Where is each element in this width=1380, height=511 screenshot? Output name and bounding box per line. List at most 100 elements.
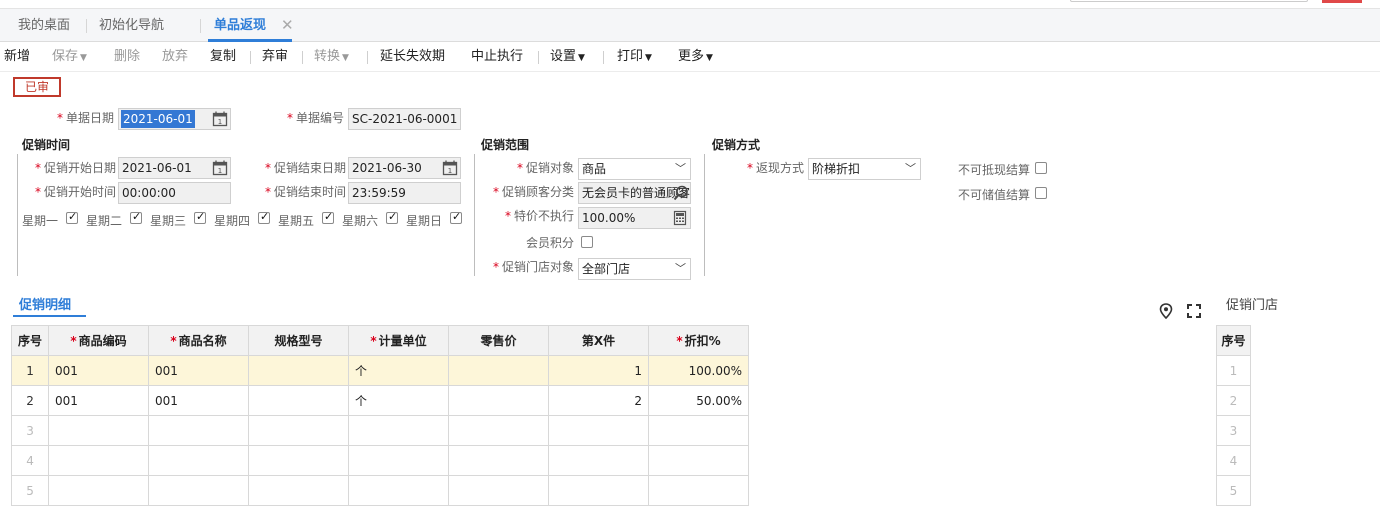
calendar-icon[interactable]: 1 [212,111,228,127]
promo-target-select[interactable]: 商品 ﹀ [578,158,691,180]
weekday-checkbox-fri[interactable] [322,210,334,224]
cell-code[interactable]: 001 [48,385,150,416]
cell-nth[interactable]: 1 [548,355,650,386]
cell-price[interactable] [448,475,550,506]
delete-button[interactable]: 删除 [114,42,140,72]
col-header-nth[interactable]: 第X件 [548,325,650,356]
cell-price[interactable] [448,385,550,416]
end-date-field[interactable]: 2021-06-30 1 [348,157,461,179]
table-row[interactable]: 4 [10,445,750,476]
cell-price[interactable] [448,445,550,476]
cell-spec[interactable] [248,415,350,446]
cell-name[interactable]: 001 [148,355,250,386]
start-time-field[interactable]: 00:00:00 [118,182,231,204]
customer-class-field[interactable]: 无会员卡的普通顾客 [578,182,691,204]
close-icon[interactable]: ✕ [281,9,294,42]
start-date-field[interactable]: 2021-06-01 1 [118,157,231,179]
table-row[interactable]: 3 [10,415,750,446]
cell-spec[interactable] [248,355,350,386]
cell-name[interactable] [148,415,250,446]
cell-discount[interactable]: 100.00% [648,355,750,386]
tab-promo-detail[interactable]: 促销明细 [13,292,86,317]
col-header-no[interactable]: 序号 [1216,325,1251,356]
weekday-checkbox-thu[interactable] [258,210,270,224]
store-target-select[interactable]: 全部门店 ﹀ [578,258,691,280]
save-button[interactable]: 保存 ▼ [52,42,87,72]
end-time-field[interactable]: 23:59:59 [348,182,461,204]
table-row[interactable]: 5 [10,475,750,506]
cell-discount[interactable] [648,475,750,506]
calendar-icon[interactable]: 1 [442,160,458,176]
table-row[interactable]: 1 [1216,355,1251,386]
weekday-checkbox-sun[interactable] [450,210,462,224]
fullscreen-icon[interactable] [1187,304,1201,318]
col-header-discount[interactable]: * 折扣% [648,325,750,356]
settings-button[interactable]: 设置 ▼ [550,42,585,72]
doc-no-field[interactable]: SC-2021-06-0001 [348,108,461,130]
weekday-checkbox-tue[interactable] [130,210,142,224]
convert-button[interactable]: 转换 ▼ [314,42,349,72]
cell-code[interactable] [48,445,150,476]
no-stored-checkbox[interactable] [1035,187,1047,199]
member-points-checkbox[interactable] [581,236,593,248]
cell-price[interactable] [448,355,550,386]
cell-unit[interactable]: 个 [348,385,450,416]
doc-date-field[interactable]: 2021-06-01 1 [118,108,231,130]
table-row[interactable]: 4 [1216,445,1251,476]
cell-nth[interactable] [548,445,650,476]
discard-button[interactable]: 放弃 [162,42,188,72]
copy-button[interactable]: 复制 [210,42,236,72]
cell-nth[interactable]: 2 [548,385,650,416]
cell-unit[interactable] [348,415,450,446]
new-button[interactable]: 新增 [4,42,30,72]
weekday-checkbox-sat[interactable] [386,210,398,224]
cell-unit[interactable]: 个 [348,355,450,386]
tab-my-desktop[interactable]: 我的桌面 [18,9,70,42]
cell-unit[interactable] [348,475,450,506]
table-row[interactable]: 3 [1216,415,1251,446]
cell-nth[interactable] [548,415,650,446]
col-header-unit[interactable]: * 计量单位 [348,325,450,356]
extend-expiry-button[interactable]: 延长失效期 [380,42,445,72]
cell-discount[interactable] [648,445,750,476]
location-pin-icon[interactable] [1159,303,1173,319]
cell-nth[interactable] [548,475,650,506]
unaudit-button[interactable]: 弃审 [262,42,288,72]
table-row[interactable]: 1 001 001 个 1 100.00% [10,355,750,386]
cell-spec[interactable] [248,475,350,506]
cell-code[interactable] [48,475,150,506]
cell-code[interactable] [48,415,150,446]
weekday-checkbox-wed[interactable] [194,210,206,224]
special-price-field[interactable]: 100.00% [578,207,691,229]
cell-name[interactable]: 001 [148,385,250,416]
col-header-name[interactable]: * 商品名称 [148,325,250,356]
calculator-icon[interactable] [672,210,688,226]
cell-spec[interactable] [248,385,350,416]
tab-single-cashback[interactable]: 单品返现 [207,9,293,42]
more-button[interactable]: 更多 ▼ [678,42,713,72]
table-row[interactable]: 2 001 001 个 2 50.00% [10,385,750,416]
cashback-method-select[interactable]: 阶梯折扣 ﹀ [808,158,921,180]
col-header-price[interactable]: 零售价 [448,325,550,356]
print-button[interactable]: 打印 ▼ [617,42,652,72]
cell-code[interactable]: 001 [48,355,150,386]
stop-execution-button[interactable]: 中止执行 [471,42,523,72]
col-header-code[interactable]: * 商品编码 [48,325,150,356]
tab-init-nav[interactable]: 初始化导航 [99,9,164,42]
calendar-icon[interactable]: 1 [212,160,228,176]
table-row[interactable]: 5 [1216,475,1251,506]
cell-price[interactable] [448,415,550,446]
col-header-no[interactable]: 序号 [10,325,50,356]
search-icon[interactable] [673,185,689,201]
weekday-checkbox-mon[interactable] [66,210,78,224]
no-offset-checkbox[interactable] [1035,162,1047,174]
cell-unit[interactable] [348,445,450,476]
cell-spec[interactable] [248,445,350,476]
table-row[interactable]: 2 [1216,385,1251,416]
top-search-box[interactable] [1070,0,1308,2]
col-header-spec[interactable]: 规格型号 [248,325,350,356]
cell-name[interactable] [148,475,250,506]
cell-discount[interactable] [648,415,750,446]
cell-name[interactable] [148,445,250,476]
cell-discount[interactable]: 50.00% [648,385,750,416]
